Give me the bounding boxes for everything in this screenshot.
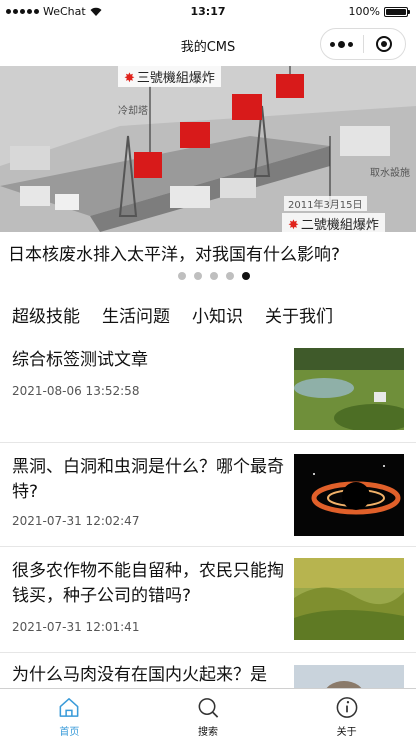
tab-bar: 首页 搜索 关于	[0, 688, 416, 738]
category-item[interactable]: 生活问题	[102, 302, 170, 327]
category-item[interactable]: 关于我们	[265, 302, 333, 327]
tab-label: 首页	[59, 727, 80, 738]
category-item[interactable]: 超级技能	[12, 302, 80, 327]
tab-search[interactable]: 搜索	[139, 689, 278, 738]
category-nav: 超级技能 生活问题 小知识 关于我们	[12, 302, 333, 327]
close-target-icon	[376, 36, 393, 52]
tab-label: 搜索	[198, 727, 218, 738]
article-title: 为什么马肉没有在国内火起来？是	[12, 665, 267, 685]
search-icon	[198, 698, 219, 718]
carousel-indicators	[0, 272, 416, 280]
more-menu-button[interactable]	[321, 40, 363, 48]
article-title: 很多农作物不能自留种，农民只能掏钱买，种子公司的错吗?	[12, 561, 284, 606]
banner-carousel[interactable]: ✸ 三號機組爆炸 冷却塔 取水設施 2011年3月15日 ✸ 二號機組爆炸	[0, 66, 416, 232]
article-item[interactable]: 为什么马肉没有在国内火起来？是	[0, 652, 416, 688]
tab-label: 关于	[336, 727, 357, 738]
mini-program-capsule	[320, 28, 406, 60]
close-mini-program-button[interactable]	[364, 36, 406, 52]
banner-caption-intake: 取水設施	[370, 168, 410, 179]
info-icon	[336, 697, 358, 718]
article-date: 2021-08-06 13:52:58	[12, 384, 140, 398]
article-title: 综合标签测试文章	[12, 350, 148, 370]
article-title: 黑洞、白洞和虫洞是什么？哪个最奇特?	[12, 457, 284, 502]
carousel-dot[interactable]	[242, 272, 250, 280]
carousel-dot[interactable]	[194, 272, 202, 280]
article-thumbnail	[294, 558, 404, 640]
article-item[interactable]: 综合标签测试文章 2021-08-06 13:52:58	[0, 340, 416, 442]
article-date: 2021-07-31 12:01:41	[12, 620, 140, 634]
carousel-dot[interactable]	[210, 272, 218, 280]
category-item[interactable]: 小知识	[192, 302, 243, 327]
carousel-dot[interactable]	[178, 272, 186, 280]
tab-home[interactable]: 首页	[0, 689, 139, 738]
home-icon	[59, 698, 79, 717]
article-item[interactable]: 黑洞、白洞和虫洞是什么？哪个最奇特? 2021-07-31 12:02:47	[0, 442, 416, 546]
article-thumbnail	[294, 665, 404, 688]
banner-title[interactable]: 日本核废水排入太平洋，对我国有什么影响?	[8, 240, 340, 265]
article-thumbnail	[294, 348, 404, 430]
banner-caption-unit3: ✸ 三號機組爆炸	[118, 66, 221, 87]
navigation-bar: 我的CMS	[0, 24, 416, 66]
carousel-dot[interactable]	[226, 272, 234, 280]
tab-about[interactable]: 关于	[277, 689, 416, 738]
status-bar: WeChat 13:17 100%	[0, 0, 416, 24]
battery-area: 100%	[348, 5, 410, 18]
battery-icon	[384, 6, 410, 17]
battery-percent: 100%	[348, 5, 380, 18]
banner-caption-date: 2011年3月15日	[284, 196, 367, 211]
banner-caption-tower: 冷却塔	[118, 106, 148, 117]
more-icon	[330, 41, 336, 47]
article-item[interactable]: 很多农作物不能自留种，农民只能掏钱买，种子公司的错吗? 2021-07-31 1…	[0, 546, 416, 652]
article-date: 2021-07-31 12:02:47	[12, 514, 140, 528]
banner-caption-unit2: ✸ 二號機組爆炸	[282, 213, 385, 232]
article-thumbnail	[294, 454, 404, 536]
